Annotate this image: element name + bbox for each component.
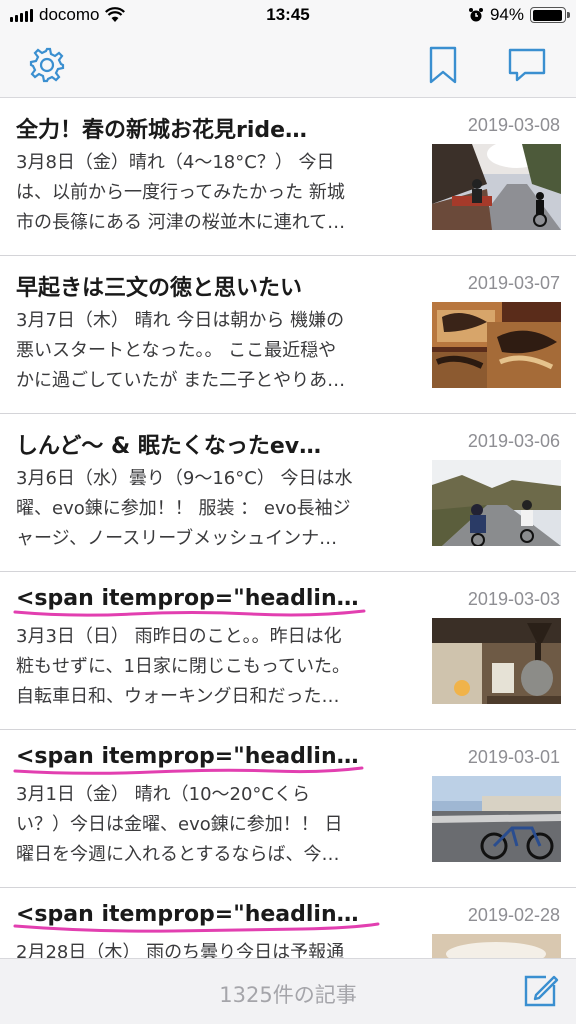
article-count: 1325件の記事 bbox=[219, 983, 357, 1007]
excerpt-line: い？）今日は金曜、evo錬に参加！！ 日 bbox=[16, 814, 343, 835]
article-date: 2019-03-06 bbox=[467, 431, 560, 451]
excerpt-line: 曜、evo錬に参加！！ 服装 ： evo長袖ジ bbox=[16, 498, 351, 519]
article-excerpt: 3月7日（木） 晴れ 今日は朝から 機嫌の 悪いスタートとなった。。 ここ最近穏… bbox=[16, 306, 416, 396]
handwritten-underline bbox=[13, 922, 380, 933]
status-bar: docomo 13:45 94% bbox=[0, 0, 576, 32]
article-title: 早起きは三文の徳と思いたい bbox=[16, 276, 303, 301]
excerpt-line: ャージ、ノースリーブメッシュインナ… bbox=[16, 528, 338, 549]
article-row[interactable]: 全力！春の新城お花見ride… 2019-03-08 3月8日（金）晴れ（4〜1… bbox=[0, 98, 576, 256]
article-excerpt: 3月3日（日） 雨昨日のこと。。昨日は化 粧もせずに、1日家に閉じこもっていた。… bbox=[16, 622, 416, 712]
compose-button[interactable] bbox=[520, 971, 560, 1011]
excerpt-line: 粧もせずに、1日家に閉じこもっていた。 bbox=[16, 656, 351, 677]
excerpt-line: 曜日を今週に入れるとするならば、今… bbox=[16, 844, 340, 865]
excerpt-line: 悪いスタートとなった。。 ここ最近穏や bbox=[16, 340, 337, 361]
article-excerpt: 3月8日（金）晴れ（4〜18°C？） 今日 は、以前から一度行ってみたかった 新… bbox=[16, 148, 416, 238]
article-thumbnail bbox=[432, 144, 561, 230]
status-right: 94% bbox=[468, 5, 570, 25]
battery-icon bbox=[530, 7, 570, 23]
battery-fill bbox=[532, 9, 562, 21]
comment-button[interactable] bbox=[506, 44, 548, 86]
excerpt-line: 3月3日（日） 雨昨日のこと。。昨日は化 bbox=[16, 626, 342, 647]
article-list: 全力！春の新城お花見ride… 2019-03-08 3月8日（金）晴れ（4〜1… bbox=[0, 98, 576, 958]
excerpt-line: 3月8日（金）晴れ（4〜18°C？） 今日 bbox=[16, 152, 335, 173]
excerpt-line: 3月1日（金） 晴れ（10〜20°Cくら bbox=[16, 784, 311, 805]
article-row[interactable]: 早起きは三文の徳と思いたい 2019-03-07 3月7日（木） 晴れ 今日は朝… bbox=[0, 256, 576, 414]
excerpt-line: かに過ごしていたが また二子とやりあ… bbox=[16, 370, 346, 391]
article-date: 2019-03-03 bbox=[467, 589, 560, 609]
article-title: 全力！春の新城お花見ride… bbox=[16, 118, 308, 143]
bookmark-icon bbox=[429, 46, 457, 84]
comment-icon bbox=[508, 48, 546, 82]
article-date: 2019-02-28 bbox=[467, 905, 560, 925]
excerpt-line: 3月7日（木） 晴れ 今日は朝から 機嫌の bbox=[16, 310, 345, 331]
article-thumbnail bbox=[432, 934, 561, 958]
article-row[interactable]: <span itemprop="headlin… 2019-03-03 3月3日… bbox=[0, 572, 576, 730]
excerpt-line: は、以前から一度行ってみたかった 新城 bbox=[16, 182, 345, 203]
navigation-bar bbox=[0, 32, 576, 98]
gear-icon bbox=[29, 47, 65, 83]
excerpt-line: 2月28日（木） 雨のち曇り今日は予報通 bbox=[16, 942, 345, 958]
bookmark-button[interactable] bbox=[422, 44, 464, 86]
article-thumbnail bbox=[432, 618, 561, 704]
article-row[interactable]: しんど〜 & 眠たくなったev… 2019-03-06 3月6日（水）曇り（9〜… bbox=[0, 414, 576, 572]
handwritten-underline bbox=[13, 766, 364, 775]
compose-icon bbox=[524, 975, 559, 1007]
alarm-icon bbox=[468, 8, 483, 22]
article-row[interactable]: <span itemprop="headlin… 2019-02-28 2月28… bbox=[0, 888, 576, 958]
article-excerpt: 3月1日（金） 晴れ（10〜20°Cくら い？）今日は金曜、evo錬に参加！！ … bbox=[16, 780, 416, 870]
excerpt-line: 3月6日（水）曇り（9〜16°C） 今日は水 bbox=[16, 468, 353, 489]
excerpt-line: 市の長篠にある 河津の桜並木に連れて… bbox=[16, 212, 346, 233]
article-excerpt: 2月28日（木） 雨のち曇り今日は予報通 bbox=[16, 938, 416, 958]
article-title: しんど〜 & 眠たくなったev… bbox=[16, 434, 322, 459]
article-thumbnail bbox=[432, 460, 561, 546]
article-excerpt: 3月6日（水）曇り（9〜16°C） 今日は水 曜、evo錬に参加！！ 服装 ： … bbox=[16, 464, 416, 554]
article-row[interactable]: <span itemprop="headlin… 2019-03-01 3月1日… bbox=[0, 730, 576, 888]
excerpt-line: 自転車日和、ウォーキング日和だった… bbox=[16, 686, 340, 707]
article-thumbnail bbox=[432, 302, 561, 388]
article-date: 2019-03-01 bbox=[467, 747, 560, 767]
article-thumbnail bbox=[432, 776, 561, 862]
battery-percent: 94% bbox=[489, 5, 524, 24]
article-date: 2019-03-08 bbox=[467, 115, 560, 135]
settings-button[interactable] bbox=[26, 44, 68, 86]
bottom-toolbar: 1325件の記事 bbox=[0, 958, 576, 1024]
article-date: 2019-03-07 bbox=[467, 273, 560, 293]
handwritten-underline bbox=[13, 609, 366, 617]
